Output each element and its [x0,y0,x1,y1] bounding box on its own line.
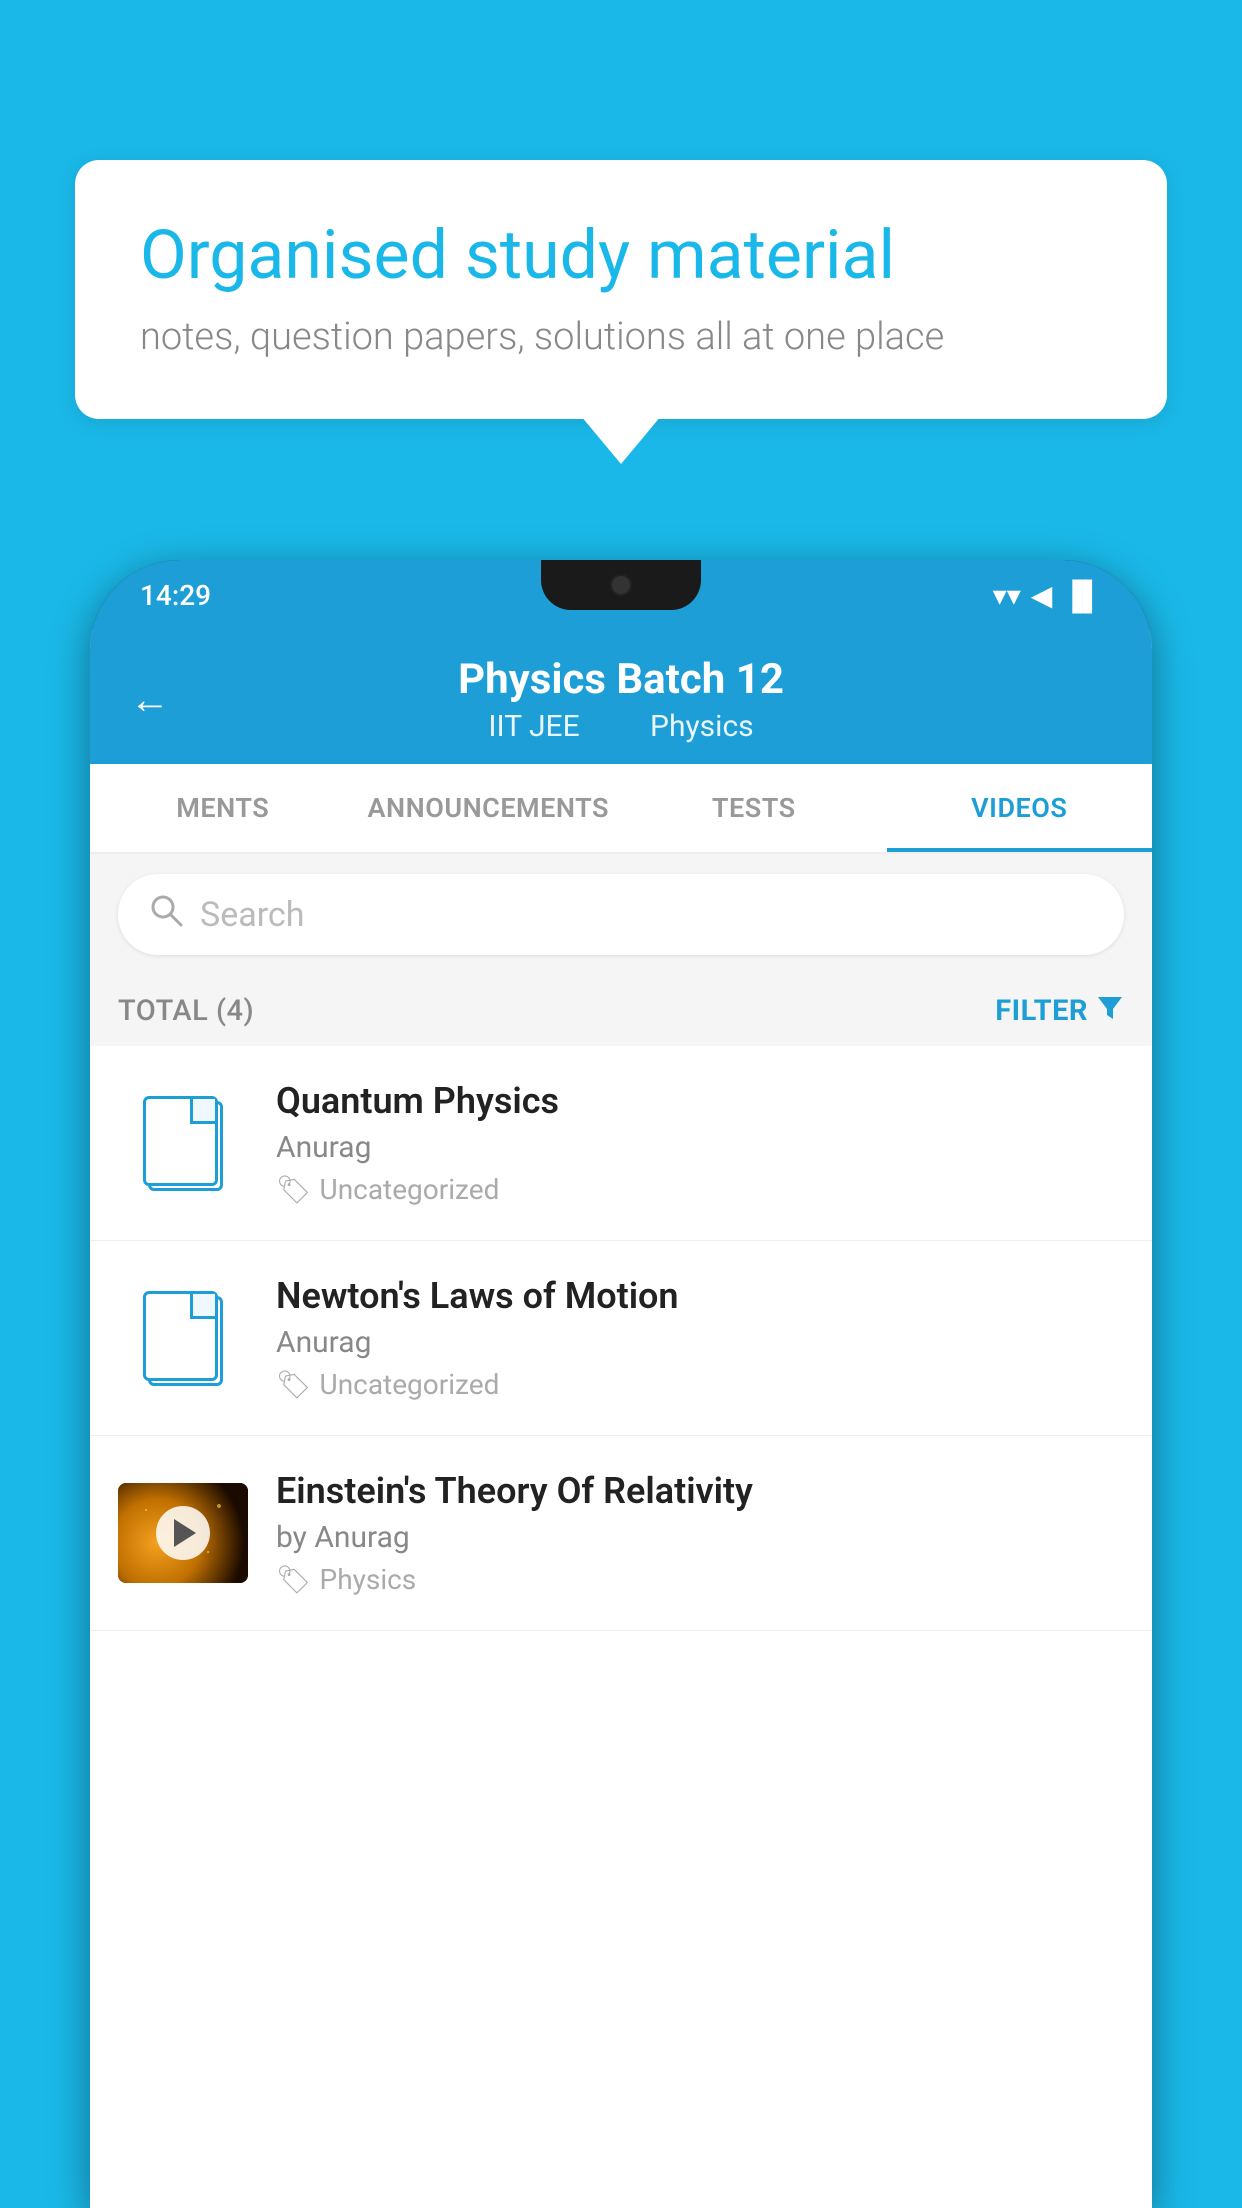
status-bar: 14:29 ▾▾ ◀ ▐▌ [90,560,1152,630]
tag-label: Uncategorized [320,1368,500,1401]
video-thumbnail [118,1483,248,1583]
bubble-subtitle: notes, question papers, solutions all at… [140,315,1102,359]
status-time: 14:29 [140,579,211,612]
document-icon [143,1291,223,1386]
filter-button[interactable]: FILTER [995,993,1124,1028]
bubble-title: Organised study material [140,215,1102,297]
battery-icon: ▐▌ [1062,579,1102,612]
doc-front [143,1096,218,1186]
video-tag: 🏷 Uncategorized [276,1368,1124,1401]
subtitle-part2: Physics [650,709,754,744]
notch [541,560,701,610]
list-item[interactable]: Newton's Laws of Motion Anurag 🏷 Uncateg… [90,1241,1152,1436]
video-author: Anurag [276,1130,1124,1165]
tab-bar: MENTS ANNOUNCEMENTS TESTS VIDEOS [90,764,1152,854]
phone-frame: 14:29 ▾▾ ◀ ▐▌ ← Physics Batch 12 IIT JEE… [90,560,1152,2208]
list-item[interactable]: Quantum Physics Anurag 🏷 Uncategorized [90,1046,1152,1241]
search-icon [148,892,184,937]
signal-icon: ◀ [1031,579,1053,612]
video-title: Newton's Laws of Motion [276,1275,1124,1317]
video-info: Newton's Laws of Motion Anurag 🏷 Uncateg… [276,1275,1124,1401]
doc-front [143,1291,218,1381]
tag-label: Uncategorized [320,1173,500,1206]
play-triangle-icon [174,1519,196,1547]
subtitle-part1: IIT JEE [488,709,579,744]
speech-bubble: Organised study material notes, question… [75,160,1167,419]
search-placeholder: Search [200,895,304,935]
video-list: Quantum Physics Anurag 🏷 Uncategorized [90,1046,1152,1631]
back-button[interactable]: ← [130,676,170,723]
tab-ments[interactable]: MENTS [90,764,356,852]
tab-announcements[interactable]: ANNOUNCEMENTS [356,764,622,852]
subtitle-separator [611,709,626,744]
tag-icon: 🏷 [276,1563,312,1596]
video-author: Anurag [276,1325,1124,1360]
filter-label: FILTER [995,994,1088,1028]
play-button[interactable] [156,1506,210,1560]
filter-row: TOTAL (4) FILTER [90,975,1152,1046]
list-item[interactable]: Einstein's Theory Of Relativity by Anura… [90,1436,1152,1631]
app-header: ← Physics Batch 12 IIT JEE Physics [90,630,1152,764]
tag-icon: 🏷 [276,1368,312,1401]
wifi-icon: ▾▾ [993,579,1021,612]
header-title: Physics Batch 12 [458,655,784,704]
search-bar[interactable]: Search [118,874,1124,955]
video-info: Quantum Physics Anurag 🏷 Uncategorized [276,1080,1124,1206]
tab-tests[interactable]: TESTS [621,764,887,852]
header-subtitle: IIT JEE Physics [458,709,784,744]
tag-label: Physics [320,1563,417,1596]
camera-dot [610,574,632,596]
video-tag: 🏷 Uncategorized [276,1173,1124,1206]
total-label: TOTAL (4) [118,994,254,1028]
tag-icon: 🏷 [276,1173,312,1206]
search-container: Search [90,854,1152,975]
doc-icon-container [118,1093,248,1193]
video-tag: 🏷 Physics [276,1563,1124,1596]
video-author: by Anurag [276,1520,1124,1555]
video-title: Quantum Physics [276,1080,1124,1122]
filter-funnel-icon [1096,993,1124,1028]
status-icons: ▾▾ ◀ ▐▌ [993,579,1102,612]
document-icon [143,1096,223,1191]
phone-screen: ← Physics Batch 12 IIT JEE Physics MENTS… [90,630,1152,2208]
video-info: Einstein's Theory Of Relativity by Anura… [276,1470,1124,1596]
video-title: Einstein's Theory Of Relativity [276,1470,1124,1512]
doc-icon-container [118,1288,248,1388]
tab-videos[interactable]: VIDEOS [887,764,1153,852]
